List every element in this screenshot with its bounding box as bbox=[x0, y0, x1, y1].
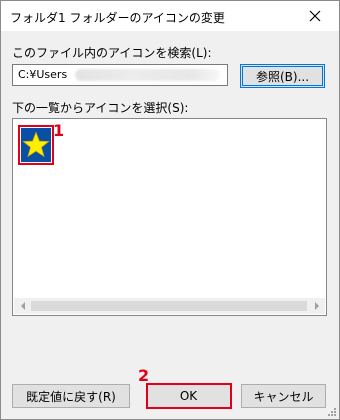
icon-list-item-star[interactable] bbox=[18, 125, 54, 165]
star-icon bbox=[22, 131, 50, 158]
scroll-right-button[interactable] bbox=[308, 298, 325, 314]
resize-grip-icon[interactable] bbox=[327, 407, 337, 417]
change-icon-dialog: フォルダ1 フォルダーのアイコンの変更 このファイル内のアイコンを検索(L): … bbox=[0, 0, 340, 420]
chevron-right-icon bbox=[314, 302, 319, 310]
cancel-button[interactable]: キャンセル bbox=[241, 384, 326, 408]
path-value: C:¥Users bbox=[18, 68, 68, 81]
ok-button[interactable]: OK bbox=[146, 384, 231, 408]
browse-button[interactable]: 参照(B)... bbox=[240, 64, 325, 88]
step-1-annotation: 1 bbox=[53, 121, 65, 140]
close-button[interactable] bbox=[295, 3, 335, 29]
chevron-left-icon bbox=[20, 302, 25, 310]
blurred-path-segment bbox=[75, 69, 220, 81]
icon-list[interactable] bbox=[12, 118, 327, 316]
scroll-left-button[interactable] bbox=[14, 298, 31, 314]
step-2-annotation: 2 bbox=[138, 366, 150, 385]
restore-default-button[interactable]: 既定値に戻す(R) bbox=[12, 384, 130, 408]
search-label: このファイル内のアイコンを検索(L): bbox=[12, 46, 212, 60]
scroll-thumb[interactable] bbox=[31, 301, 307, 311]
title-bar: フォルダ1 フォルダーのアイコンの変更 bbox=[1, 1, 339, 31]
icon-list-label: 下の一覧からアイコンを選択(S): bbox=[12, 101, 189, 115]
dialog-title: フォルダ1 フォルダーのアイコンの変更 bbox=[10, 11, 225, 25]
horizontal-scrollbar[interactable] bbox=[14, 298, 325, 314]
icon-path-input[interactable]: C:¥Users bbox=[12, 64, 228, 86]
close-icon bbox=[309, 10, 321, 22]
